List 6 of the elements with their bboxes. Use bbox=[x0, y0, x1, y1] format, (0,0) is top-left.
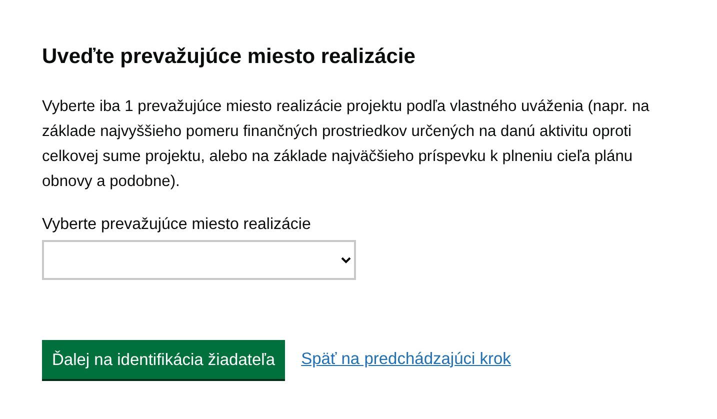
field-label: Vyberte prevažujúce miesto realizácie bbox=[42, 215, 312, 235]
description-text: Vyberte iba 1 prevažujúce miesto realizácie projektu podľa vlastného uváženia (napr. na základe najvyššieho pomeru finančných prostriedkov určených na danú aktivitu oproti celkovej sume projektu, alebo na základe najväčšieho príspevku k plneniu cieľa plánu obnovy a podobne). bbox=[42, 97, 650, 192]
page-heading: Uveďte prevažujúce miesto realizácie bbox=[42, 44, 416, 70]
continue-button[interactable]: Ďalej na identifikácia žiadateľa bbox=[42, 340, 286, 379]
place-select[interactable] bbox=[42, 240, 356, 280]
back-link[interactable]: Späť na predchádzajúci krok bbox=[301, 350, 511, 369]
